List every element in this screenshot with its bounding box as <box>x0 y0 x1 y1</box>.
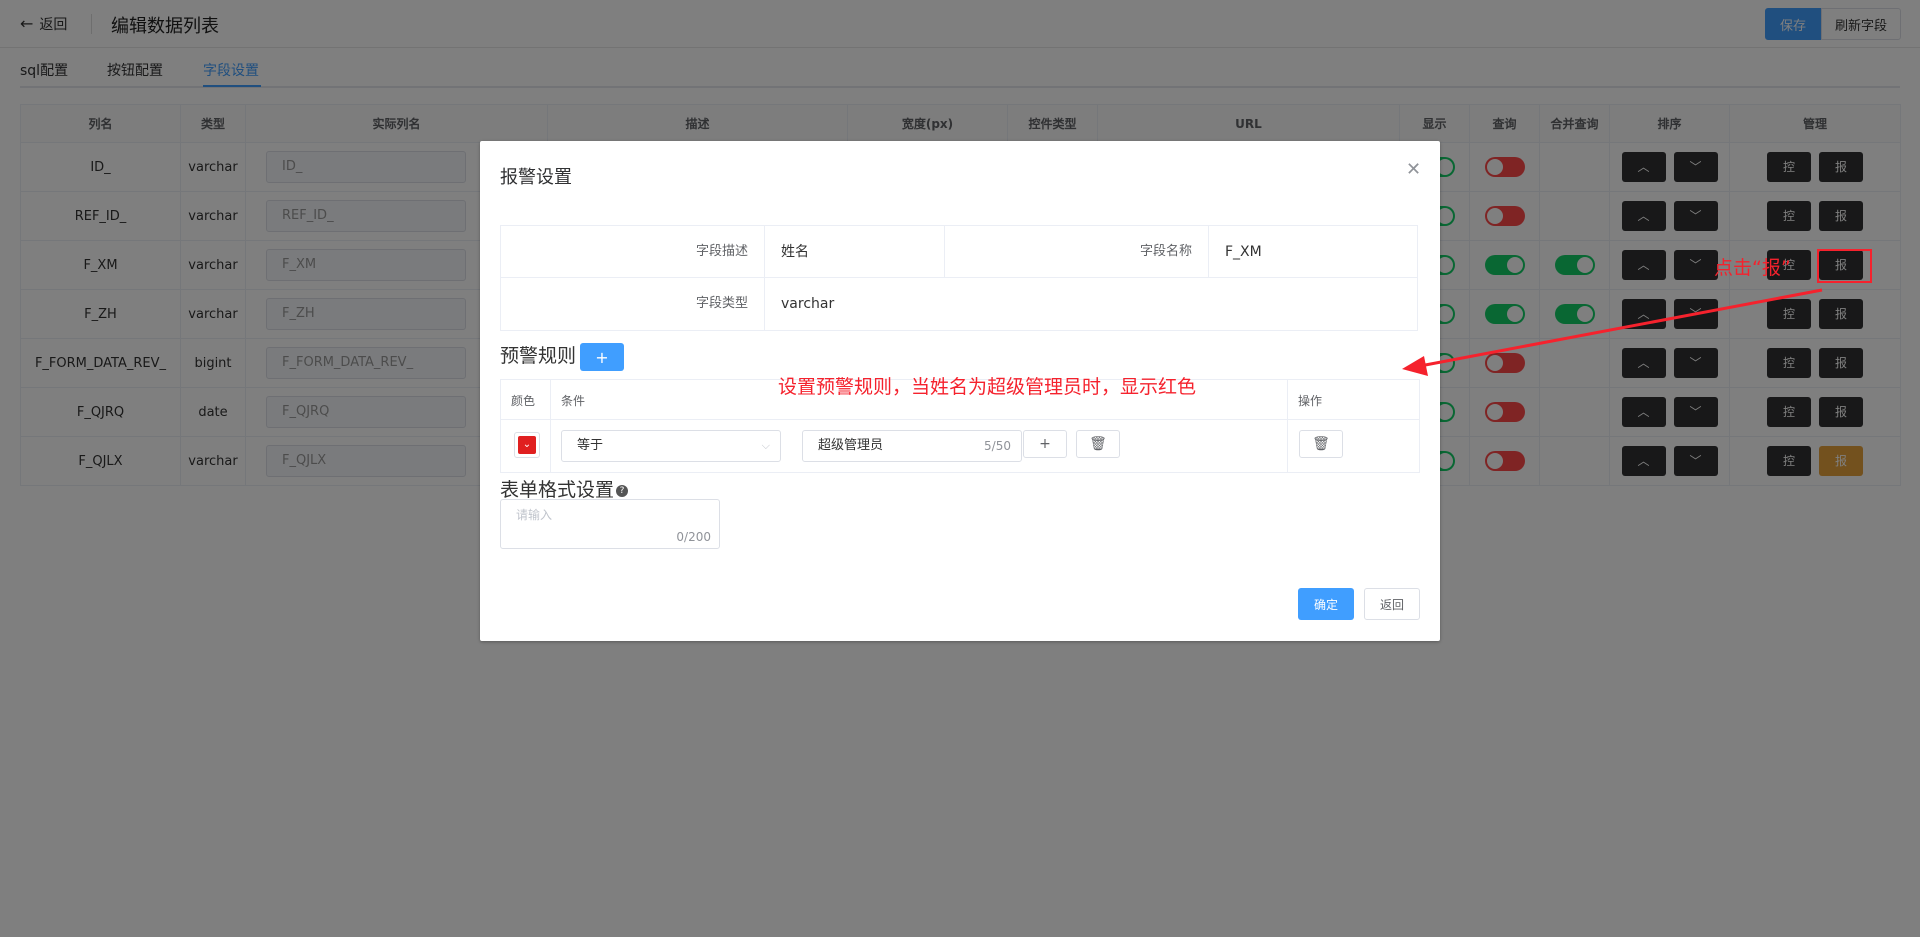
field-desc-label: 字段描述 <box>501 226 765 278</box>
add-condition-button[interactable]: + <box>1023 430 1067 458</box>
textarea-placeholder: 请输入 <box>516 508 553 522</box>
field-name-label: 字段名称 <box>945 226 1209 278</box>
trash-icon: 🗑 <box>1312 436 1330 452</box>
add-rule-button[interactable]: + <box>580 343 624 371</box>
operator-select[interactable]: 等于 ⌵ <box>561 430 781 462</box>
plus-icon: + <box>595 347 609 367</box>
delete-condition-button[interactable]: 🗑 <box>1076 430 1120 458</box>
rules-section-title: 预警规则 <box>500 345 577 367</box>
info-row: 字段描述 姓名 字段名称 F_XM <box>501 226 1417 278</box>
rule-header-color: 颜色 <box>511 394 536 408</box>
chevron-down-icon: ⌄ <box>518 436 536 454</box>
click-hint-annotation: 点击“报” <box>1714 257 1791 279</box>
trash-icon: 🗑 <box>1089 436 1107 452</box>
info-row: 字段类型 varchar <box>501 278 1417 330</box>
char-count: 5/50 <box>984 439 1011 453</box>
highlight-box <box>1817 249 1872 283</box>
rule-header-action: 操作 <box>1298 394 1323 408</box>
dialog-back-button[interactable]: 返回 <box>1364 588 1420 620</box>
rule-header-condition: 条件 <box>561 394 586 408</box>
delete-rule-button[interactable]: 🗑 <box>1299 430 1343 458</box>
confirm-button[interactable]: 确定 <box>1298 588 1354 620</box>
plus-icon: + <box>1039 436 1051 452</box>
field-desc-value: 姓名 <box>765 226 945 278</box>
field-type-label: 字段类型 <box>501 278 765 330</box>
close-icon[interactable]: ✕ <box>1406 159 1421 180</box>
rule-value: 超级管理员 <box>818 438 884 453</box>
dialog-title: 报警设置 <box>500 167 572 188</box>
field-type-value: varchar <box>781 296 835 312</box>
color-picker[interactable]: ⌄ <box>514 432 540 458</box>
field-info-table: 字段描述 姓名 字段名称 F_XM 字段类型 varchar <box>500 225 1418 331</box>
chevron-down-icon: ⌵ <box>761 439 770 452</box>
rule-hint-annotation: 设置预警规则，当姓名为超级管理员时，显示红色 <box>778 376 1197 398</box>
form-format-label: 表单格式设置 <box>500 479 615 501</box>
help-icon[interactable]: ? <box>616 484 629 497</box>
form-format-textarea[interactable]: 请输入 0/200 <box>500 499 720 549</box>
field-name-value: F_XM <box>1225 244 1262 260</box>
form-format-title: 表单格式设置? <box>500 475 629 502</box>
operator-value: 等于 <box>577 438 604 453</box>
rule-value-input[interactable]: 超级管理员 5/50 <box>802 430 1022 462</box>
char-count: 0/200 <box>676 530 711 544</box>
